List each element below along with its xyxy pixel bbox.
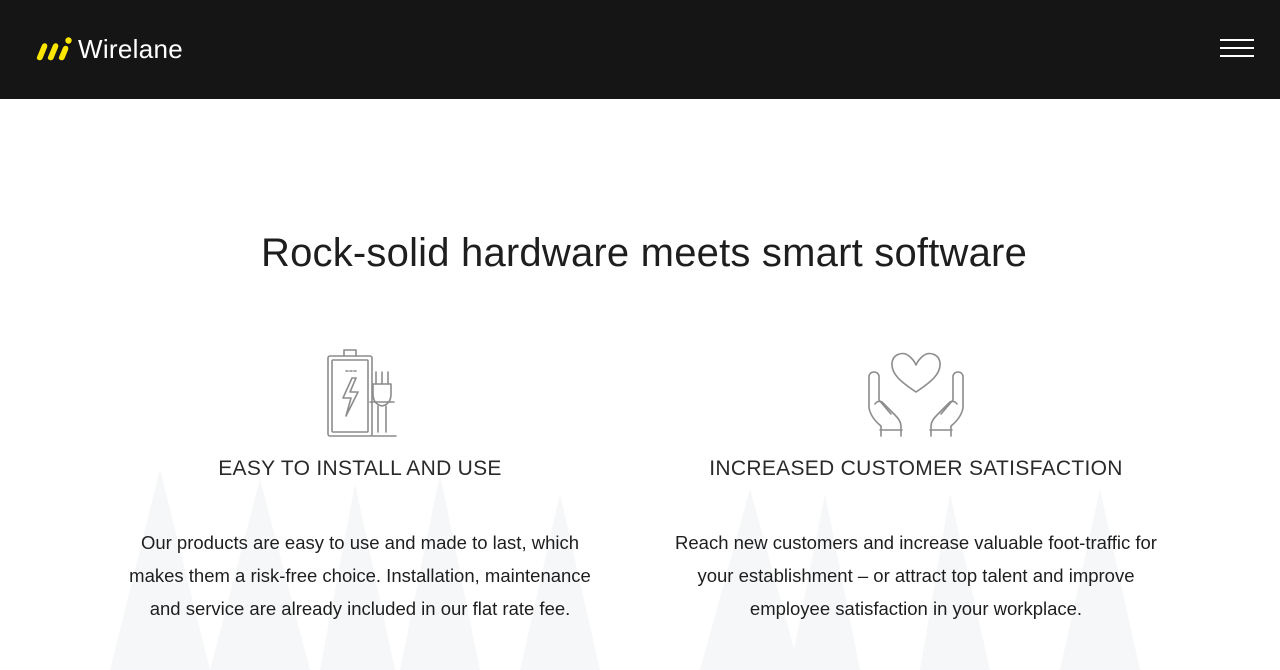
battery-plug-icon (327, 349, 397, 437)
site-header: Wirelane (0, 0, 1280, 99)
menu-line (1220, 55, 1254, 57)
brand-name: Wirelane (78, 34, 183, 64)
feature-title: EASY TO INSTALL AND USE (218, 457, 502, 480)
feature-title: INCREASED CUSTOMER SATISFACTION (709, 457, 1123, 480)
feature-easy-install: EASY TO INSTALL AND USE Our products are… (100, 344, 620, 625)
hamburger-menu-icon[interactable] (1220, 37, 1256, 61)
section-title: Rock-solid hardware meets smart software (260, 231, 1028, 275)
feature-description: Reach new customers and increase valuabl… (675, 532, 1157, 619)
wirelane-logo-icon (36, 37, 72, 61)
hands-heart-icon (868, 352, 964, 437)
menu-line (1220, 39, 1254, 41)
feature-customer-satisfaction: INCREASED CUSTOMER SATISFACTION Reach ne… (656, 344, 1176, 625)
feature-description: Our products are easy to use and made to… (129, 532, 591, 619)
brand-home-link[interactable]: Wirelane (33, 33, 183, 65)
menu-line (1220, 47, 1254, 49)
main-content: Rock-solid hardware meets smart software… (0, 99, 1280, 670)
